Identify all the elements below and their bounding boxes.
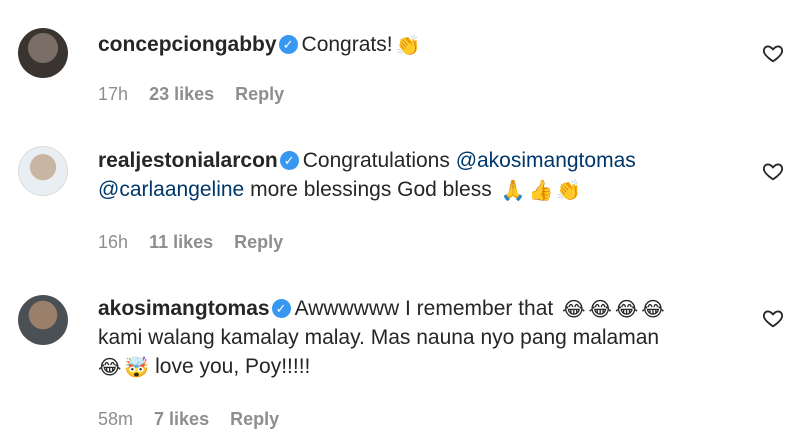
reply-button[interactable]: Reply [235,84,284,105]
comment-text: Congrats! [301,33,393,56]
comment-text: kami walang kamalay malay. Mas nauna nyo… [98,326,660,349]
avatar[interactable] [18,295,68,345]
avatar[interactable] [18,146,68,196]
comment-meta: 16h 11 likes Reply [98,232,299,253]
username[interactable]: realjestonialarcon [98,149,278,172]
comment-meta: 17h 23 likes Reply [98,84,300,105]
comment-meta: 58m 7 likes Reply [98,409,295,430]
exploding-head-emoji-icon: 🤯 [124,357,150,379]
laughing-emoji-icon: 😂 [588,299,612,321]
laughing-emoji-icon: 😂 [562,299,586,321]
like-count[interactable]: 23 likes [149,84,214,105]
timestamp[interactable]: 17h [98,84,128,105]
heart-outline-icon[interactable] [762,42,784,64]
mention-link[interactable]: @carlaangeline [98,178,244,201]
username[interactable]: akosimangtomas [98,297,270,320]
comment-body: akosimangtomas ✓ Awwwwww I remember that 😂… [98,294,728,381]
reply-button[interactable]: Reply [234,232,283,253]
thumbs-up-emoji-icon: 👍 [528,180,554,202]
verified-badge-icon: ✓ [279,151,299,170]
timestamp[interactable]: 16h [98,232,128,253]
timestamp[interactable]: 58m [98,409,133,430]
comment-text: more blessings God bless [250,178,492,201]
laughing-emoji-icon: 😂 [641,299,665,321]
like-count[interactable]: 11 likes [149,232,213,253]
heart-outline-icon[interactable] [762,307,784,329]
laughing-emoji-icon: 😂 [614,299,639,321]
comment-text: love you, Poy!!!!! [155,355,311,378]
mention-link[interactable]: @akosimangtomas [456,149,636,172]
comment-text: Congratulations [302,149,450,172]
verified-badge-icon: ✓ [271,299,291,318]
comment-body: realjestonialarcon ✓ Congratulations @akos… [98,146,728,204]
verified-badge-icon: ✓ [278,35,298,54]
comment-body: concepciongabby ✓ Congrats! 👏 [98,30,728,59]
heart-outline-icon[interactable] [762,160,784,182]
clap-emoji-icon: 👏 [556,180,582,202]
like-count[interactable]: 7 likes [154,409,209,430]
username[interactable]: concepciongabby [98,33,277,56]
comment-text: Awwwwww I remember that [294,297,554,320]
reply-button[interactable]: Reply [230,409,279,430]
clap-emoji-icon: 👏 [395,35,421,57]
avatar[interactable] [18,28,68,78]
laughing-emoji-icon: 😂 [98,357,122,379]
praying-hands-emoji-icon: 🙏 [500,180,526,202]
